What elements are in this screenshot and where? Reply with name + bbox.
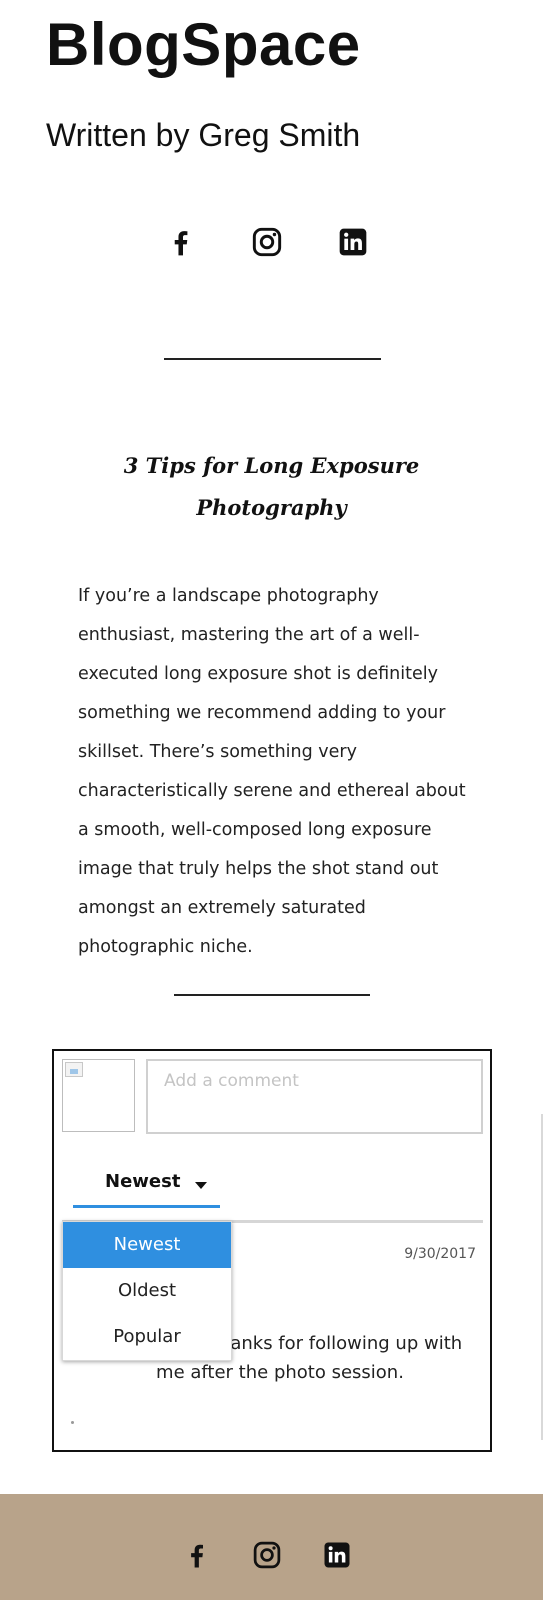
sort-selected-label: Newest [105, 1171, 181, 1192]
broken-image-icon [65, 1062, 83, 1077]
linkedin-icon[interactable] [322, 1540, 352, 1570]
comment-input[interactable] [146, 1059, 483, 1134]
comment-marker [71, 1421, 74, 1424]
post-title-line-2: Photography [196, 495, 347, 520]
site-title: BlogSpace [46, 11, 361, 78]
instagram-icon[interactable] [252, 1540, 282, 1570]
comment-date: 9/30/2017 [404, 1246, 476, 1262]
sort-option-popular[interactable]: Popular [63, 1314, 231, 1360]
instagram-icon[interactable] [251, 226, 283, 258]
linkedin-icon[interactable] [337, 226, 369, 258]
footer-social-links [182, 1540, 352, 1570]
post-title: 3 Tips for Long Exposure Photography [100, 445, 443, 529]
header-social-links [165, 226, 369, 258]
facebook-icon[interactable] [182, 1540, 212, 1570]
post-body: If you’re a landscape photography enthus… [78, 586, 466, 957]
divider-top [164, 358, 381, 360]
sort-menu: Newest Oldest Popular [62, 1221, 232, 1361]
divider-bottom [174, 994, 370, 996]
comments-section: Newest 9/30/2017 ntent Greg! Thanks for … [52, 1049, 492, 1452]
post-title-line-1: 3 Tips for Long Exposure [123, 453, 420, 478]
facebook-icon[interactable] [165, 226, 197, 258]
sort-dropdown[interactable]: Newest [73, 1168, 220, 1208]
avatar [62, 1059, 135, 1132]
sort-option-oldest[interactable]: Oldest [63, 1268, 231, 1314]
author-byline: Written by Greg Smith [46, 117, 361, 153]
sort-option-newest[interactable]: Newest [63, 1222, 231, 1268]
caret-down-icon [195, 1182, 207, 1189]
